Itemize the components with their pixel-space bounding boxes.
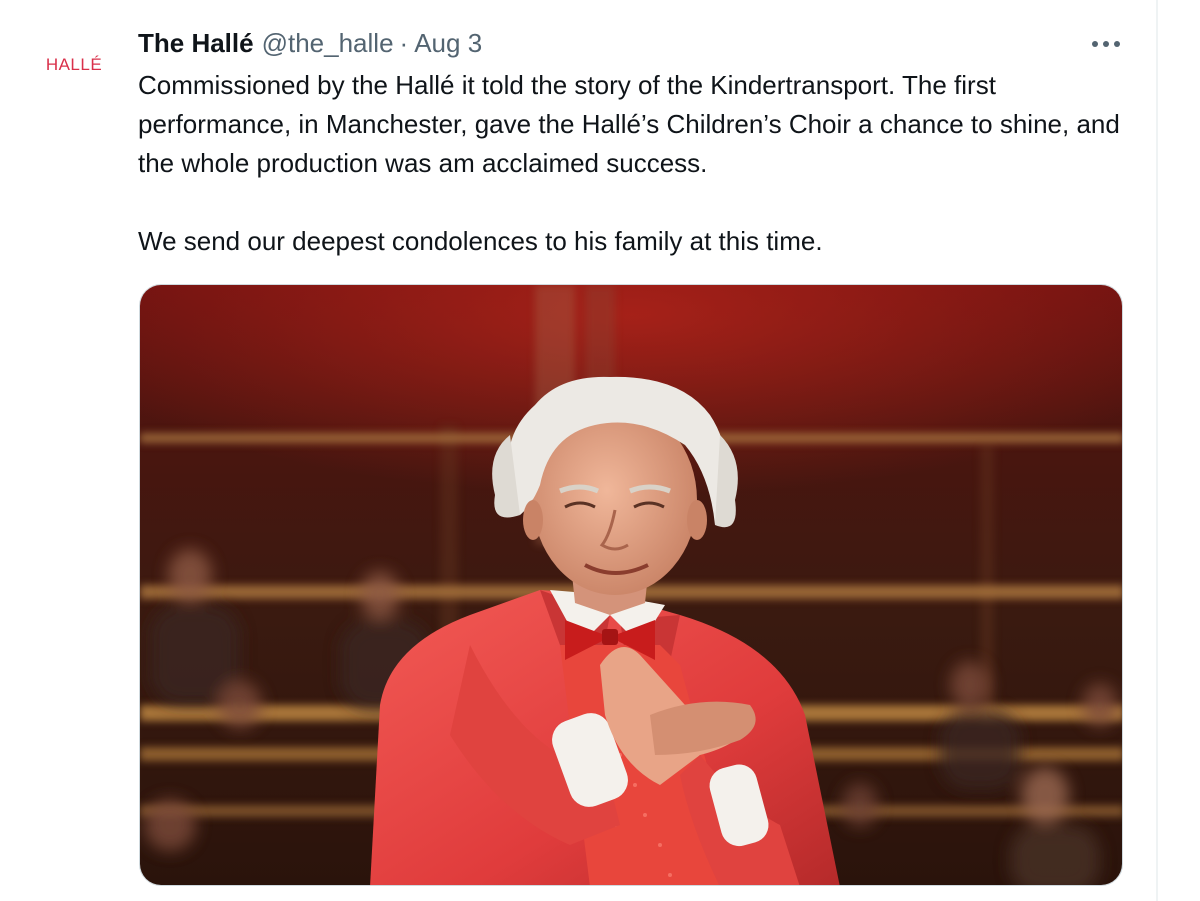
tweet-photo[interactable]: [139, 284, 1123, 886]
tweet-header: The Hallé @the_halle · Aug 3: [138, 24, 482, 62]
separator-dot: ·: [399, 27, 409, 58]
avatar[interactable]: HALLÉ: [28, 40, 120, 90]
avatar-logo-text: HALLÉ: [45, 55, 103, 74]
ellipsis-icon: [1091, 40, 1121, 48]
tweet-text: Commissioned by the Hallé it told the st…: [138, 66, 1138, 261]
conductor-photo: [140, 285, 1122, 885]
tweet-paragraph: Commissioned by the Hallé it told the st…: [138, 70, 1120, 178]
tweet-paragraph: We send our deepest condolences to his f…: [138, 226, 823, 256]
timestamp[interactable]: Aug 3: [414, 28, 482, 59]
tweet[interactable]: HALLÉ The Hallé @the_halle · Aug 3 Commi…: [0, 0, 1200, 901]
display-name[interactable]: The Hallé: [138, 28, 254, 59]
more-options-button[interactable]: [1084, 26, 1128, 62]
user-handle[interactable]: @the_halle: [262, 28, 394, 59]
column-divider: [1156, 0, 1158, 901]
